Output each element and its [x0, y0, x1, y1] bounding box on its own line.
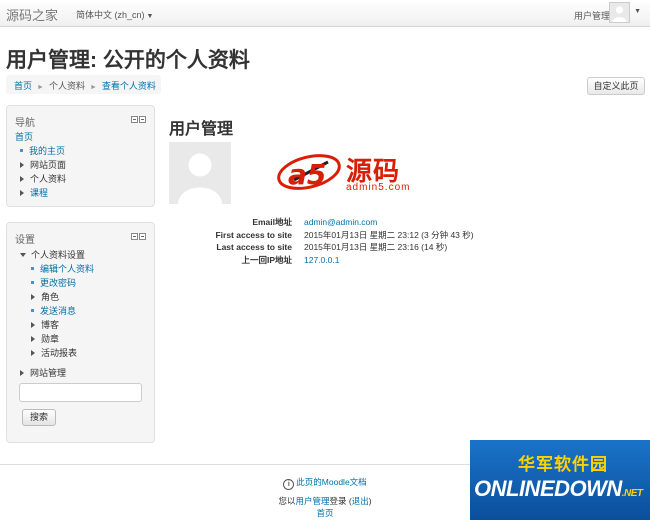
settings-item-blogs[interactable]: 博客: [41, 320, 59, 330]
nav-item-home[interactable]: 首页: [15, 132, 33, 142]
a5-watermark-logo: a5 源码 admin5.com: [276, 150, 416, 198]
watermark-en-main: ONLINEDOWN: [474, 476, 622, 501]
breadcrumb-profile: 个人资料: [48, 81, 85, 91]
navigation-block-title: 导航: [15, 118, 35, 129]
footer-home-link[interactable]: 首页: [316, 508, 333, 518]
user-profile-picture: [169, 142, 231, 204]
login-prefix: 您以: [278, 496, 296, 506]
logo-letters: a5: [288, 158, 326, 191]
page-title: 用户管理: 公开的个人资料: [6, 49, 250, 72]
profile-details-table: Email地址 admin@admin.com First access to …: [190, 216, 474, 267]
site-brand[interactable]: 源码之家: [6, 5, 58, 24]
breadcrumb-view-profile[interactable]: 查看个人资料: [102, 81, 156, 91]
expand-arrow-icon[interactable]: [20, 370, 24, 376]
navigation-tree: 首页 我的主页 网站页面 个人资料 课程: [15, 130, 66, 200]
block-controls: [130, 115, 146, 125]
nav-item-site-pages[interactable]: 网站页面: [30, 160, 66, 170]
detail-row-last-ip: 上一回IP地址 127.0.0.1: [190, 254, 474, 267]
login-mid: 登录 (: [329, 496, 352, 506]
settings-item-roles[interactable]: 角色: [41, 292, 59, 302]
breadcrumb-separator-icon: ►: [37, 84, 44, 91]
block-controls: [130, 232, 146, 242]
logout-link[interactable]: 退出: [352, 496, 369, 506]
user-menu-caret-icon[interactable]: ▼: [634, 8, 641, 15]
caret-down-icon: ▼: [146, 13, 154, 20]
expand-arrow-icon[interactable]: [31, 336, 35, 342]
settings-item-edit-profile[interactable]: 编辑个人资料: [40, 264, 94, 274]
settings-block: 设置 个人资料设置 编辑个人资料 更改密码 角色 发送消息 博客 勋章 活动报表…: [6, 222, 155, 443]
settings-item-send-message[interactable]: 发送消息: [40, 306, 76, 316]
settings-item-site-admin[interactable]: 网站管理: [30, 368, 66, 378]
detail-label: First access to site: [215, 229, 292, 240]
dock-block-icon[interactable]: [131, 116, 138, 123]
detail-label: Last access to site: [216, 242, 292, 252]
default-user-icon: [169, 142, 231, 204]
expand-arrow-icon[interactable]: [20, 162, 24, 168]
dock-block-icon[interactable]: [131, 233, 138, 240]
email-link[interactable]: admin@admin.com: [304, 217, 377, 227]
nav-item-profile[interactable]: 个人资料: [30, 174, 66, 184]
collapse-block-icon[interactable]: [139, 233, 146, 240]
bullet-icon: [31, 309, 34, 312]
top-navbar: 源码之家 简体中文 (zh_cn) ▼ 用户管理 ▼: [0, 0, 650, 27]
moodle-docs-link[interactable]: 此页的Moodle文档: [296, 477, 366, 487]
settings-item-activity-reports[interactable]: 活动报表: [41, 348, 77, 358]
login-user-link[interactable]: 用户管理: [295, 496, 329, 506]
detail-row-first-access: First access to site 2015年01月13日 星期二 23:…: [190, 229, 474, 242]
detail-value: 2015年01月13日 星期二 23:16 (14 秒): [304, 242, 448, 252]
watermark-cn-text: 华军软件园: [518, 455, 608, 474]
detail-row-last-access: Last access to site 2015年01月13日 星期二 23:1…: [190, 241, 474, 254]
language-label: 简体中文 (zh_cn): [76, 10, 145, 20]
collapse-block-icon[interactable]: [139, 116, 146, 123]
bullet-icon: [31, 267, 34, 270]
watermark-en-text: ONLINEDOWN.NET: [474, 476, 643, 502]
settings-item-badges[interactable]: 勋章: [41, 334, 59, 344]
settings-tree: 个人资料设置 编辑个人资料 更改密码 角色 发送消息 博客 勋章 活动报表 网站…: [15, 248, 94, 380]
nav-item-courses[interactable]: 课程: [30, 188, 48, 198]
a5-logo-mark-icon: a5: [277, 154, 341, 191]
user-fullname-heading: 用户管理: [169, 121, 234, 138]
nav-item-my-home[interactable]: 我的主页: [29, 146, 65, 156]
settings-item-change-password[interactable]: 更改密码: [40, 278, 76, 288]
logo-site-text: admin5.com: [346, 182, 411, 193]
expand-arrow-icon[interactable]: [20, 176, 24, 182]
detail-value: 2015年01月13日 星期二 23:12 (3 分钟 43 秒): [304, 229, 474, 240]
user-avatar-icon[interactable]: [609, 2, 630, 23]
user-menu-name[interactable]: 用户管理: [574, 9, 610, 22]
bullet-icon: [31, 281, 34, 284]
customize-page-button[interactable]: 自定义此页: [587, 77, 645, 95]
onlinedown-watermark: 华军软件园 ONLINEDOWN.NET: [470, 440, 650, 520]
breadcrumb-separator-icon: ►: [89, 84, 97, 91]
breadcrumb: 首页 ► 个人资料 ► 查看个人资料: [6, 75, 161, 94]
expand-arrow-icon[interactable]: [31, 294, 35, 300]
breadcrumb-home[interactable]: 首页: [14, 81, 32, 91]
ip-address-link[interactable]: 127.0.0.1: [304, 255, 339, 265]
bullet-icon: [20, 149, 23, 152]
settings-search-input[interactable]: [19, 383, 142, 402]
collapse-arrow-icon[interactable]: [20, 253, 26, 257]
language-menu[interactable]: 简体中文 (zh_cn) ▼: [76, 8, 153, 21]
detail-label: 上一回IP地址: [241, 254, 292, 265]
settings-block-title: 设置: [15, 235, 35, 246]
expand-arrow-icon[interactable]: [20, 190, 24, 196]
settings-item-profile-settings[interactable]: 个人资料设置: [31, 250, 85, 260]
watermark-net-text: .NET: [621, 488, 643, 499]
login-suffix: ): [368, 496, 372, 506]
info-icon: i: [283, 479, 295, 490]
navigation-block: 导航 首页 我的主页 网站页面 个人资料 课程: [6, 105, 155, 207]
detail-label: Email地址: [252, 217, 292, 227]
detail-row-email: Email地址 admin@admin.com: [190, 216, 474, 229]
search-button[interactable]: 搜索: [22, 409, 56, 426]
expand-arrow-icon[interactable]: [31, 350, 35, 356]
expand-arrow-icon[interactable]: [31, 322, 35, 328]
